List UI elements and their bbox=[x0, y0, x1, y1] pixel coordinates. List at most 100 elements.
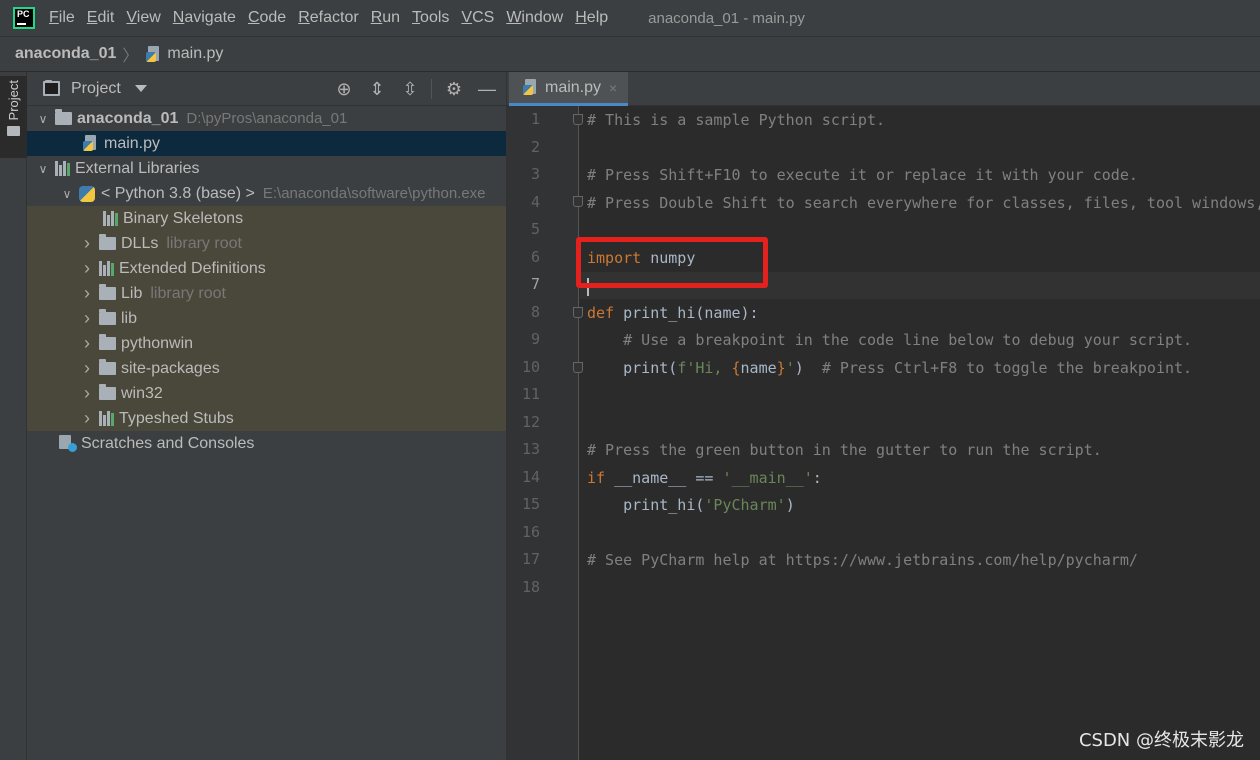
navigation-bar: anaconda_01 〉 main.py bbox=[0, 36, 1260, 72]
line-number: 11 bbox=[521, 385, 540, 403]
chevron-right-icon[interactable]: › bbox=[79, 258, 95, 279]
menu-item-edit[interactable]: Edit bbox=[81, 9, 121, 27]
chevron-down-icon[interactable]: ∨ bbox=[35, 162, 51, 176]
libraries-icon bbox=[103, 211, 118, 226]
folder-icon bbox=[7, 126, 20, 137]
fold-marker-icon[interactable] bbox=[573, 307, 583, 318]
code-line-4: # Press Double Shift to search everywher… bbox=[587, 194, 1260, 212]
line-number: 1 bbox=[530, 110, 540, 128]
window-title: anaconda_01 - main.py bbox=[648, 9, 805, 27]
tree-item-external-libraries[interactable]: ∨ External Libraries bbox=[27, 156, 506, 181]
python-file-icon bbox=[146, 45, 161, 63]
tree-item-project-root[interactable]: ∨ anaconda_01 D:\pyPros\anaconda_01 bbox=[27, 106, 506, 131]
menu-item-navigate[interactable]: Navigate bbox=[167, 9, 242, 27]
hide-icon[interactable]: — bbox=[476, 78, 498, 100]
folder-icon bbox=[99, 359, 116, 375]
chevron-right-icon[interactable]: › bbox=[79, 283, 95, 304]
folder-icon bbox=[99, 384, 116, 400]
annotation-highlight-box bbox=[576, 237, 768, 288]
line-number: 18 bbox=[521, 577, 540, 596]
code-line-3: # Press Shift+F10 to execute it or repla… bbox=[587, 166, 1138, 184]
editor-gutter[interactable]: 1 2 3 4 5 6 7 8 9 10 11 12 13 14 15 16 17 18 bbox=[507, 106, 583, 760]
chevron-right-icon[interactable]: › bbox=[79, 408, 95, 429]
line-number: 15 bbox=[521, 495, 540, 513]
tree-item-dlls[interactable]: › DLLs library root bbox=[27, 231, 506, 256]
folder-icon bbox=[99, 309, 116, 325]
tree-item-pythonwin[interactable]: › pythonwin bbox=[27, 331, 506, 356]
folder-icon bbox=[99, 284, 116, 300]
line-number: 9 bbox=[530, 330, 540, 348]
python-file-icon bbox=[83, 135, 98, 152]
menu-item-window[interactable]: Window bbox=[500, 9, 569, 27]
fold-marker-icon[interactable] bbox=[573, 196, 583, 207]
library-root-hint: library root bbox=[166, 234, 242, 252]
tree-item-main-py[interactable]: main.py bbox=[27, 131, 506, 156]
breadcrumb-file[interactable]: main.py bbox=[146, 45, 223, 63]
chevron-down-icon[interactable] bbox=[134, 85, 147, 92]
line-number: 4 bbox=[530, 192, 540, 211]
line-number: 3 bbox=[530, 165, 540, 183]
pycharm-logo-icon: PC bbox=[13, 7, 35, 29]
chevron-down-icon[interactable]: ∨ bbox=[59, 187, 75, 201]
collapse-all-icon[interactable]: ⇳ bbox=[399, 78, 421, 100]
tool-window-stripe: Project bbox=[0, 72, 27, 760]
watermark: CSDN @终极末影龙 bbox=[1078, 730, 1244, 751]
python-file-icon bbox=[523, 79, 538, 96]
chevron-right-icon[interactable]: › bbox=[79, 308, 95, 329]
chevron-right-icon[interactable]: › bbox=[79, 358, 95, 379]
menu-item-view[interactable]: View bbox=[120, 9, 166, 27]
tab-main-py[interactable]: main.py × bbox=[509, 72, 628, 106]
code-line-13: # Press the green button in the gutter t… bbox=[587, 441, 1102, 459]
line-number: 13 bbox=[521, 440, 540, 458]
project-panel-title[interactable]: Project bbox=[71, 80, 121, 98]
locate-icon[interactable]: ⊕ bbox=[333, 78, 355, 100]
line-number: 14 bbox=[521, 467, 540, 486]
chevron-right-icon[interactable]: › bbox=[79, 333, 95, 354]
close-icon[interactable]: × bbox=[609, 80, 617, 96]
python-icon bbox=[79, 185, 95, 202]
menu-item-tools[interactable]: Tools bbox=[406, 9, 455, 27]
tree-item-lib[interactable]: › Lib library root bbox=[27, 281, 506, 306]
fold-marker-icon[interactable] bbox=[573, 362, 583, 373]
tree-item-win32[interactable]: › win32 bbox=[27, 381, 506, 406]
libraries-icon bbox=[55, 161, 70, 176]
line-number: 8 bbox=[530, 302, 540, 321]
folder-icon bbox=[99, 234, 116, 250]
tree-item-typeshed-stubs[interactable]: › Typeshed Stubs bbox=[27, 406, 506, 431]
menu-item-file[interactable]: File bbox=[43, 9, 81, 27]
expand-all-icon[interactable]: ⇕ bbox=[366, 78, 388, 100]
menu-item-code[interactable]: Code bbox=[242, 9, 292, 27]
gear-icon[interactable]: ⚙ bbox=[443, 78, 465, 100]
scratches-icon bbox=[59, 435, 77, 452]
libraries-icon bbox=[99, 411, 114, 426]
tree-item-lib[interactable]: › lib bbox=[27, 306, 506, 331]
project-tool-window-button[interactable]: Project bbox=[0, 76, 27, 158]
menu-item-vcs[interactable]: VCS bbox=[455, 9, 500, 27]
line-number: 7 bbox=[530, 275, 540, 293]
code-line-15: print_hi('PyCharm') bbox=[587, 496, 795, 514]
tree-item-site-packages[interactable]: › site-packages bbox=[27, 356, 506, 381]
tree-item-binary-skeletons[interactable]: Binary Skeletons bbox=[27, 206, 506, 231]
chevron-down-icon[interactable]: ∨ bbox=[35, 112, 51, 126]
chevron-right-icon[interactable]: › bbox=[79, 383, 95, 404]
code-editor[interactable]: 1 2 3 4 5 6 7 8 9 10 11 12 13 14 15 16 17 18 # This is a … bbox=[507, 106, 1260, 760]
code-line-8: def print_hi(name): bbox=[587, 304, 759, 322]
breadcrumb-project[interactable]: anaconda_01 bbox=[15, 45, 116, 63]
code-line-1: # This is a sample Python script. bbox=[587, 111, 886, 129]
menu-item-run[interactable]: Run bbox=[365, 9, 406, 27]
libraries-icon bbox=[99, 261, 114, 276]
project-view-icon bbox=[43, 80, 60, 96]
chevron-right-icon[interactable]: › bbox=[79, 233, 95, 254]
project-panel: Project ⊕ ⇕ ⇳ ⚙ — ∨ anaconda_01 D:\pyPro… bbox=[27, 72, 507, 760]
code-line-14: if __name__ == '__main__': bbox=[587, 469, 822, 487]
tree-item-extended-definitions[interactable]: › Extended Definitions bbox=[27, 256, 506, 281]
menu-item-refactor[interactable]: Refactor bbox=[292, 9, 364, 27]
code-line-17: # See PyCharm help at https://www.jetbra… bbox=[587, 551, 1138, 569]
line-number: 5 bbox=[530, 220, 540, 238]
project-panel-header: Project ⊕ ⇕ ⇳ ⚙ — bbox=[27, 72, 506, 106]
tree-item-scratches[interactable]: Scratches and Consoles bbox=[27, 431, 506, 456]
code-text[interactable]: # This is a sample Python script. # Pres… bbox=[587, 106, 1260, 569]
menu-item-help[interactable]: Help bbox=[569, 9, 614, 27]
tree-item-python-sdk[interactable]: ∨ < Python 3.8 (base) > E:\anaconda\soft… bbox=[27, 181, 506, 206]
fold-marker-icon[interactable] bbox=[573, 114, 583, 125]
